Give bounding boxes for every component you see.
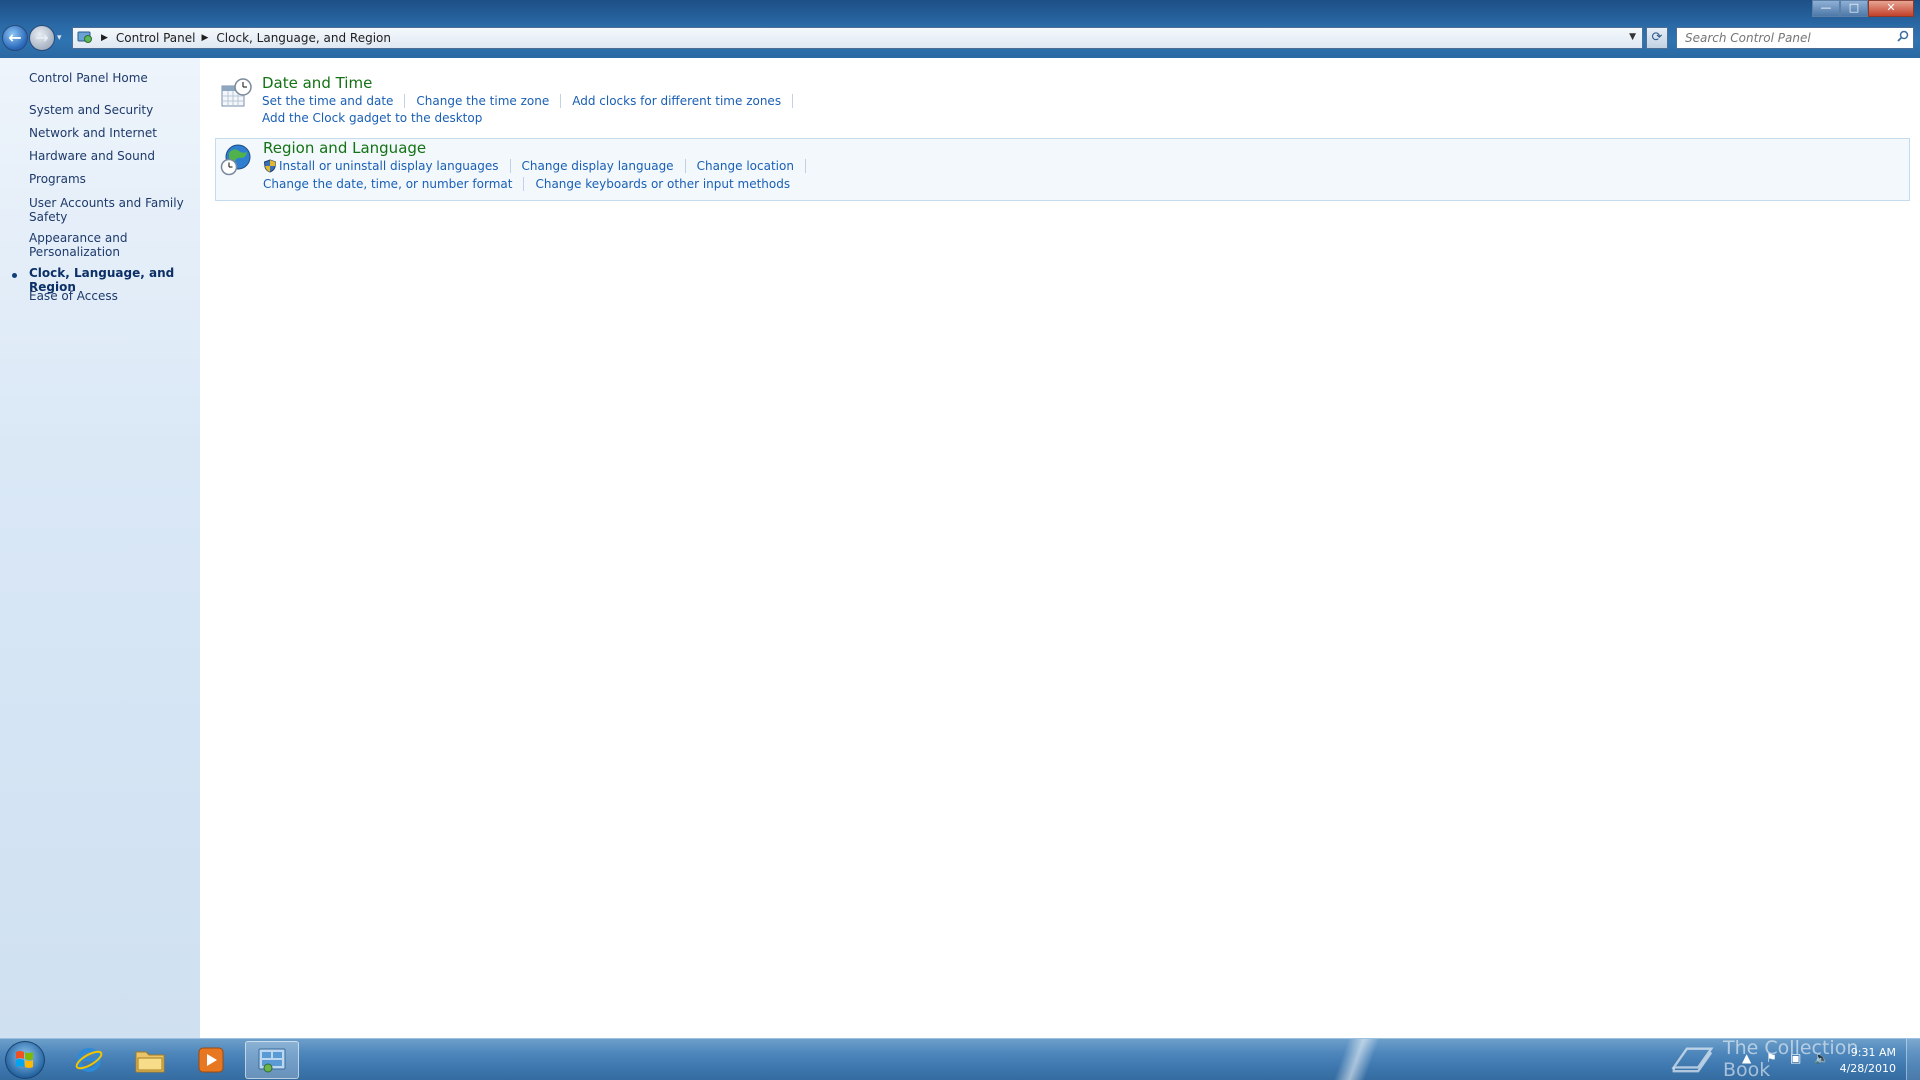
start-button[interactable] (5, 1041, 45, 1079)
sidebar-item-user-accounts[interactable]: User Accounts and Family Safety (29, 196, 194, 224)
window-titlebar: — □ ✕ ← → ▾ ▶ Control Panel ▶ Clock, Lan… (0, 0, 1920, 58)
media-player-icon[interactable] (184, 1041, 238, 1079)
control-panel-taskbar-button[interactable] (245, 1041, 299, 1079)
control-panel-icon (75, 30, 95, 46)
change-display-language-link[interactable]: Change display language (522, 159, 674, 173)
add-clocks-link[interactable]: Add clocks for different time zones (572, 94, 781, 108)
add-clock-gadget-link[interactable]: Add the Clock gadget to the desktop (262, 111, 482, 125)
sidebar-item-hardware-sound[interactable]: Hardware and Sound (29, 149, 194, 163)
change-keyboards-link[interactable]: Change keyboards or other input methods (535, 177, 790, 191)
current-page-bullet (12, 273, 17, 278)
maximize-button[interactable]: □ (1840, 0, 1868, 17)
recent-pages-button[interactable]: ▾ (57, 33, 62, 43)
taskbar: ▲ ⚑ ▣ 🔈 9:31 AM 4/28/2010 (0, 1038, 1920, 1080)
category-region-language: Region and Language Install or uninstall… (215, 138, 1910, 201)
watermark-text: The Collection Book (1723, 1037, 1859, 1080)
date-time-links-row-1: Set the time and date Change the time zo… (262, 94, 804, 108)
minimize-button[interactable]: — (1812, 0, 1840, 17)
book-icon (1671, 1047, 1714, 1073)
internet-explorer-icon[interactable] (62, 1041, 116, 1079)
date-time-links-row-2: Add the Clock gadget to the desktop (262, 111, 482, 125)
sidebar-control-panel-home[interactable]: Control Panel Home (29, 71, 148, 85)
breadcrumb-control-panel[interactable]: Control Panel (116, 31, 196, 45)
change-location-link[interactable]: Change location (697, 159, 794, 173)
breadcrumb-arrow-icon: ▶ (201, 33, 209, 43)
breadcrumb-arrow-icon: ▶ (101, 33, 108, 43)
window-controls: — □ ✕ (1812, 0, 1914, 18)
region-and-language-heading[interactable]: Region and Language (263, 139, 426, 157)
main-content: Date and Time Set the time and date Chan… (200, 58, 1920, 1038)
windows-explorer-icon[interactable] (123, 1041, 177, 1079)
link-separator (404, 94, 406, 108)
sidebar-item-system-security[interactable]: System and Security (29, 103, 194, 117)
search-icon[interactable] (1897, 30, 1909, 46)
region-language-links-row-1: Install or uninstall display languages C… (263, 159, 817, 173)
chevron-down-icon[interactable]: ▼ (1629, 32, 1636, 42)
set-time-date-link[interactable]: Set the time and date (262, 94, 393, 108)
sidebar-item-programs[interactable]: Programs (29, 172, 194, 186)
taskbar-glare (1290, 1039, 1420, 1080)
date-and-time-heading[interactable]: Date and Time (262, 74, 372, 92)
change-date-time-number-format-link[interactable]: Change the date, time, or number format (263, 177, 512, 191)
region-language-links-row-2: Change the date, time, or number format … (263, 177, 790, 191)
sidebar: Control Panel Home System and Security N… (0, 58, 200, 1038)
link-separator (560, 94, 562, 108)
clock-calendar-icon[interactable] (219, 78, 253, 112)
refresh-button[interactable]: ⟳ (1646, 27, 1668, 49)
search-input[interactable] (1677, 28, 1882, 48)
link-separator (523, 177, 525, 191)
sidebar-item-network-internet[interactable]: Network and Internet (29, 126, 194, 140)
link-separator (684, 159, 686, 173)
category-date-time: Date and Time Set the time and date Chan… (215, 74, 1910, 136)
sidebar-item-ease-of-access[interactable]: Ease of Access (29, 289, 194, 303)
forward-button[interactable]: → (29, 25, 55, 51)
watermark: The Collection Book (1670, 1037, 1900, 1080)
sidebar-item-appearance[interactable]: Appearance and Personalization (29, 231, 194, 259)
uac-shield-icon (263, 159, 277, 173)
link-separator (804, 159, 806, 173)
globe-clock-icon[interactable] (220, 143, 254, 177)
address-bar[interactable]: ▶ Control Panel ▶ Clock, Language, and R… (72, 27, 1643, 49)
link-separator (792, 94, 794, 108)
show-desktop-button[interactable] (1906, 1039, 1920, 1080)
close-button[interactable]: ✕ (1868, 0, 1914, 17)
change-time-zone-link[interactable]: Change the time zone (416, 94, 549, 108)
install-display-languages-link[interactable]: Install or uninstall display languages (279, 159, 499, 173)
back-button[interactable]: ← (2, 25, 28, 51)
search-box[interactable] (1676, 27, 1914, 49)
breadcrumb-clock-language-region[interactable]: Clock, Language, and Region (216, 31, 391, 45)
link-separator (509, 159, 511, 173)
